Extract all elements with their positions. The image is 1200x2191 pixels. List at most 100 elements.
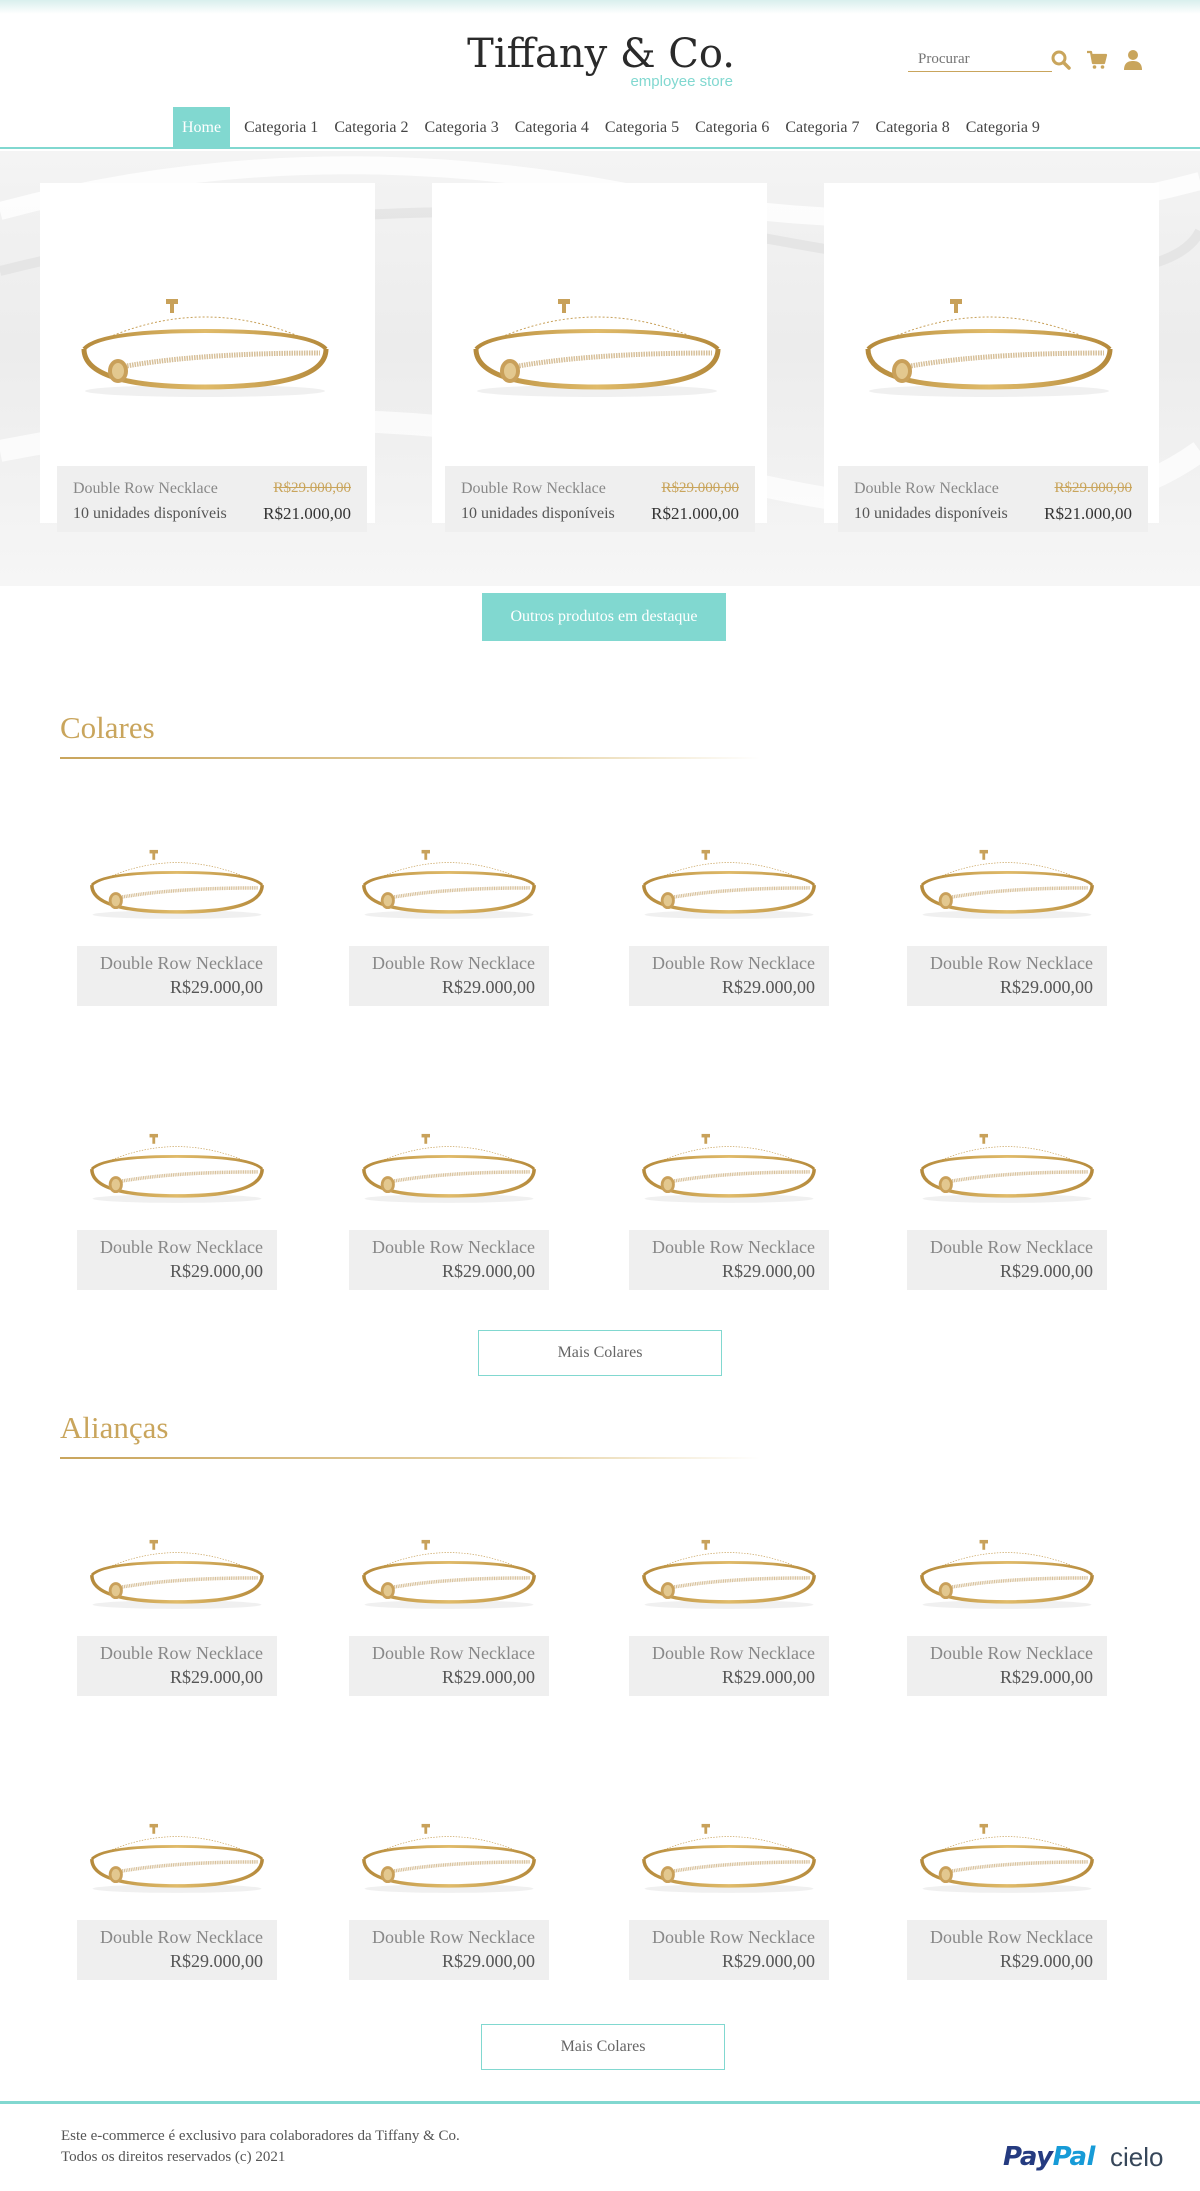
- footer-exclusive-note: Este e-commerce é exclusivo para colabor…: [61, 2128, 460, 2144]
- product-info: Double Row Necklace R$29.000,00: [629, 1230, 829, 1290]
- nav-item-categoria-6[interactable]: Categoria 6: [687, 107, 777, 147]
- nav-item-home[interactable]: Home: [173, 107, 231, 147]
- product-name: Double Row Necklace: [930, 1927, 1093, 1947]
- product-old-price: R$29.000,00: [661, 480, 739, 496]
- product-name: Double Row Necklace: [73, 479, 218, 497]
- product-name: Double Row Necklace: [854, 479, 999, 497]
- product-card[interactable]: Double Row Necklace R$29.000,00: [629, 1812, 829, 2032]
- product-price: R$29.000,00: [169, 1951, 263, 1971]
- necklace-image: [354, 1528, 544, 1618]
- nav-list: Home Categoria 1 Categoria 2 Categoria 3…: [173, 107, 1048, 147]
- necklace-image: [462, 291, 732, 401]
- search-icon[interactable]: [1049, 48, 1073, 72]
- product-name: Double Row Necklace: [461, 479, 606, 497]
- necklace-image: [912, 1812, 1102, 1902]
- featured-card[interactable]: Double Row Necklace R$29.000,00 10 unida…: [40, 183, 375, 532]
- product-stock: 10 unidades disponíveis: [73, 504, 227, 522]
- necklace-image: [634, 1812, 824, 1902]
- brand-name: Tiffany & Co.: [467, 31, 735, 77]
- product-info: Double Row Necklace R$29.000,00: [77, 1636, 277, 1696]
- product-card[interactable]: Double Row Necklace R$29.000,00: [907, 1528, 1107, 1748]
- product-name: Double Row Necklace: [930, 953, 1093, 973]
- other-featured-button[interactable]: Outros produtos em destaque: [482, 593, 726, 641]
- product-price: R$29.000,00: [999, 1261, 1093, 1281]
- product-price: R$21.000,00: [1044, 503, 1132, 523]
- cart-icon[interactable]: [1085, 48, 1109, 72]
- product-price: R$29.000,00: [441, 1951, 535, 1971]
- nav-item-categoria-8[interactable]: Categoria 8: [868, 107, 958, 147]
- product-name: Double Row Necklace: [652, 953, 815, 973]
- product-card[interactable]: Double Row Necklace R$29.000,00: [629, 1528, 829, 1748]
- nav-item-categoria-4[interactable]: Categoria 4: [507, 107, 597, 147]
- search-input[interactable]: [908, 48, 1048, 70]
- featured-card[interactable]: Double Row Necklace R$29.000,00 10 unida…: [824, 183, 1159, 532]
- product-card[interactable]: Double Row Necklace R$29.000,00: [349, 1812, 549, 2032]
- product-price: R$29.000,00: [721, 1261, 815, 1281]
- product-price: R$21.000,00: [651, 503, 739, 523]
- product-name: Double Row Necklace: [100, 1237, 263, 1257]
- featured-card-info: Double Row Necklace R$29.000,00 10 unida…: [57, 466, 367, 532]
- product-card[interactable]: Double Row Necklace R$29.000,00: [907, 1812, 1107, 2032]
- product-card[interactable]: Double Row Necklace R$29.000,00: [907, 838, 1107, 1058]
- necklace-image: [912, 1122, 1102, 1212]
- section-divider: [60, 757, 760, 759]
- product-card[interactable]: Double Row Necklace R$29.000,00: [77, 1122, 277, 1342]
- more-colares-button[interactable]: Mais Colares: [481, 2024, 725, 2070]
- product-info: Double Row Necklace R$29.000,00: [907, 1920, 1107, 1980]
- nav-item-categoria-5[interactable]: Categoria 5: [597, 107, 687, 147]
- product-card[interactable]: Double Row Necklace R$29.000,00: [349, 1528, 549, 1748]
- product-name: Double Row Necklace: [652, 1643, 815, 1663]
- product-price: R$29.000,00: [999, 1951, 1093, 1971]
- product-info: Double Row Necklace R$29.000,00: [907, 1230, 1107, 1290]
- main-nav: Home Categoria 1 Categoria 2 Categoria 3…: [0, 107, 1200, 149]
- product-name: Double Row Necklace: [372, 1927, 535, 1947]
- necklace-image: [82, 1528, 272, 1618]
- product-price: R$29.000,00: [441, 1261, 535, 1281]
- product-name: Double Row Necklace: [372, 1237, 535, 1257]
- product-card[interactable]: Double Row Necklace R$29.000,00: [77, 1812, 277, 2032]
- section-title-aliancas: Alianças: [60, 1410, 169, 1445]
- product-info: Double Row Necklace R$29.000,00: [77, 946, 277, 1006]
- product-name: Double Row Necklace: [372, 1643, 535, 1663]
- product-price: R$29.000,00: [999, 1667, 1093, 1687]
- paypal-logo-pay: Pay: [1003, 2142, 1053, 2172]
- necklace-image: [912, 838, 1102, 928]
- user-icon[interactable]: [1121, 48, 1145, 72]
- brand-logo[interactable]: Tiffany & Co. employee store: [467, 30, 735, 92]
- product-old-price: R$29.000,00: [1054, 480, 1132, 496]
- product-name: Double Row Necklace: [930, 1237, 1093, 1257]
- product-card[interactable]: Double Row Necklace R$29.000,00: [907, 1122, 1107, 1342]
- product-card[interactable]: Double Row Necklace R$29.000,00: [77, 838, 277, 1058]
- product-card[interactable]: Double Row Necklace R$29.000,00: [629, 1122, 829, 1342]
- necklace-image: [634, 1122, 824, 1212]
- product-card[interactable]: Double Row Necklace R$29.000,00: [349, 838, 549, 1058]
- product-info: Double Row Necklace R$29.000,00: [907, 1636, 1107, 1696]
- product-price: R$21.000,00: [263, 503, 351, 523]
- nav-item-categoria-1[interactable]: Categoria 1: [236, 107, 326, 147]
- nav-item-categoria-7[interactable]: Categoria 7: [777, 107, 867, 147]
- product-info: Double Row Necklace R$29.000,00: [77, 1920, 277, 1980]
- product-name: Double Row Necklace: [100, 1927, 263, 1947]
- product-name: Double Row Necklace: [930, 1643, 1093, 1663]
- necklace-image: [354, 1812, 544, 1902]
- product-info: Double Row Necklace R$29.000,00: [629, 1920, 829, 1980]
- product-name: Double Row Necklace: [652, 1927, 815, 1947]
- product-card[interactable]: Double Row Necklace R$29.000,00: [77, 1528, 277, 1748]
- nav-item-categoria-3[interactable]: Categoria 3: [417, 107, 507, 147]
- necklace-image: [82, 1812, 272, 1902]
- footer: Este e-commerce é exclusivo para colabor…: [0, 2101, 1200, 2191]
- featured-card[interactable]: Double Row Necklace R$29.000,00 10 unida…: [432, 183, 767, 532]
- more-colares-button[interactable]: Mais Colares: [478, 1330, 722, 1376]
- product-price: R$29.000,00: [169, 977, 263, 997]
- product-info: Double Row Necklace R$29.000,00: [629, 1636, 829, 1696]
- product-card[interactable]: Double Row Necklace R$29.000,00: [629, 838, 829, 1058]
- product-price: R$29.000,00: [441, 1667, 535, 1687]
- nav-item-categoria-2[interactable]: Categoria 2: [326, 107, 416, 147]
- nav-item-categoria-9[interactable]: Categoria 9: [958, 107, 1048, 147]
- product-price: R$29.000,00: [721, 1951, 815, 1971]
- necklace-image: [70, 291, 340, 401]
- product-card[interactable]: Double Row Necklace R$29.000,00: [349, 1122, 549, 1342]
- search-box[interactable]: [908, 48, 1052, 72]
- product-info: Double Row Necklace R$29.000,00: [77, 1230, 277, 1290]
- featured-card-info: Double Row Necklace R$29.000,00 10 unida…: [838, 466, 1148, 532]
